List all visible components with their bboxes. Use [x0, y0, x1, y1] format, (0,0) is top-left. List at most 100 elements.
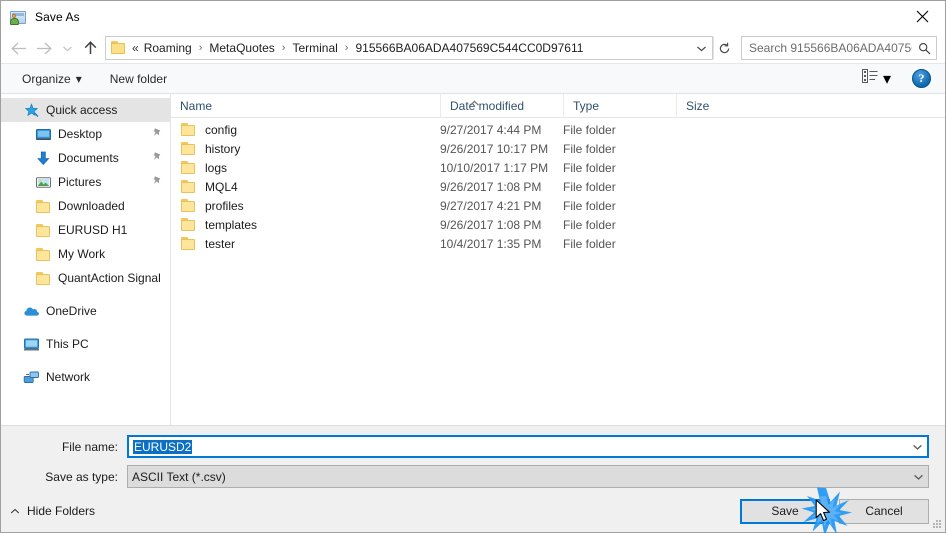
save-as-dialog: Save As « Roaming › MetaQuotes › Termina…: [0, 0, 946, 533]
search-icon: [912, 42, 936, 55]
cancel-button[interactable]: Cancel: [839, 498, 929, 524]
file-type: File folder: [563, 141, 616, 156]
folder-icon: [35, 198, 52, 215]
breadcrumb-item-3[interactable]: 915566BA06ADA407569C544CC0D97611: [353, 41, 585, 55]
change-view-button[interactable]: ▾: [857, 66, 896, 92]
back-arrow-icon[interactable]: [5, 35, 31, 61]
file-type: File folder: [563, 198, 616, 213]
table-row[interactable]: tester 10/4/2017 1:35 PM File folder: [171, 234, 945, 253]
breadcrumb-item-0[interactable]: Roaming: [142, 41, 194, 55]
button-bar: Hide Folders Save Cancel: [1, 489, 945, 532]
save-as-type-select[interactable]: ASCII Text (*.csv): [127, 465, 929, 488]
sidebar-item-pictures[interactable]: Pictures: [1, 170, 170, 194]
save-as-type-row: Save as type: ASCII Text (*.csv): [1, 465, 929, 488]
save-as-icon: [10, 9, 27, 26]
save-as-type-chevron-down-icon[interactable]: [908, 473, 928, 481]
file-name: profiles: [205, 198, 244, 213]
sidebar-item-quick-access[interactable]: Quick access: [1, 98, 170, 122]
up-arrow-icon[interactable]: [77, 35, 103, 61]
save-button[interactable]: Save: [740, 498, 830, 524]
column-header-date-modified[interactable]: Date modified: [440, 93, 563, 118]
breadcrumb-item-2[interactable]: Terminal: [290, 41, 339, 55]
search-input[interactable]: Search 915566BA06ADA40756...: [742, 41, 912, 55]
column-header-size[interactable]: Size: [676, 93, 756, 118]
sidebar-item-network[interactable]: Network: [1, 365, 170, 389]
breadcrumb-separator[interactable]: ›: [340, 42, 354, 54]
folder-icon: [180, 159, 197, 176]
file-type: File folder: [563, 122, 616, 137]
pin-icon[interactable]: [152, 151, 164, 165]
file-type: File folder: [563, 160, 616, 175]
sidebar-item-quantaction-signal[interactable]: QuantAction Signal: [1, 266, 170, 290]
new-folder-button[interactable]: New folder: [103, 69, 174, 89]
file-name-input[interactable]: EURUSD2: [127, 435, 929, 458]
file-name: logs: [205, 160, 228, 175]
sidebar-item-onedrive[interactable]: OneDrive: [1, 299, 170, 323]
file-type: File folder: [563, 236, 616, 251]
save-as-type-value: ASCII Text (*.csv): [132, 469, 226, 484]
table-row[interactable]: logs 10/10/2017 1:17 PM File folder: [171, 158, 945, 177]
file-name-chevron-down-icon[interactable]: [907, 443, 927, 451]
sidebar-item-eurusd-h1[interactable]: EURUSD H1: [1, 218, 170, 242]
address-bar-row: « Roaming › MetaQuotes › Terminal › 9155…: [1, 33, 945, 63]
folder-icon: [180, 178, 197, 195]
folder-icon: [35, 222, 52, 239]
column-header-type[interactable]: Type: [563, 93, 676, 118]
file-type: File folder: [563, 217, 616, 232]
column-header-name[interactable]: Name: [171, 94, 440, 118]
table-row[interactable]: profiles 9/27/2017 4:21 PM File folder: [171, 196, 945, 215]
organize-button[interactable]: Organize ▾: [15, 69, 89, 89]
forward-arrow-icon[interactable]: [31, 35, 57, 61]
resize-grip-icon[interactable]: [928, 516, 941, 529]
file-date-modified: 10/10/2017 1:17 PM: [440, 160, 549, 175]
sidebar-item-downloaded[interactable]: Downloaded: [1, 194, 170, 218]
help-icon[interactable]: ?: [912, 69, 931, 88]
close-icon[interactable]: [899, 1, 945, 32]
sidebar-item-label: This PC: [46, 337, 89, 351]
breadcrumb-separator[interactable]: ›: [277, 42, 291, 54]
sidebar-item-label: Documents: [58, 151, 119, 165]
view-chevron-down-icon: ▾: [882, 70, 891, 88]
address-bar[interactable]: « Roaming › MetaQuotes › Terminal › 9155…: [105, 36, 713, 60]
search-box[interactable]: Search 915566BA06ADA40756...: [741, 36, 937, 60]
sidebar-item-label: QuantAction Signal: [58, 271, 161, 285]
network-icon: [23, 369, 40, 386]
sidebar-item-label: OneDrive: [46, 304, 97, 318]
file-name: config: [205, 122, 238, 137]
address-chevron-down-icon[interactable]: [690, 37, 712, 59]
sidebar-item-desktop[interactable]: Desktop: [1, 122, 170, 146]
table-row[interactable]: templates 9/26/2017 1:08 PM File folder: [171, 215, 945, 234]
breadcrumb-separator[interactable]: ›: [194, 42, 208, 54]
folder-icon: [180, 197, 197, 214]
documents-icon: [35, 150, 52, 167]
sidebar-item-my-work[interactable]: My Work: [1, 242, 170, 266]
command-bar-right: ▾ ?: [857, 66, 939, 92]
file-date-modified: 9/27/2017 4:44 PM: [440, 122, 542, 137]
file-name-row: File name: EURUSD2: [1, 435, 929, 458]
file-name-label: File name:: [61, 439, 118, 454]
hide-folders-button[interactable]: Hide Folders: [10, 504, 95, 518]
folder-icon: [180, 121, 197, 138]
pin-icon[interactable]: [152, 127, 164, 141]
table-row[interactable]: MQL4 9/26/2017 1:08 PM File folder: [171, 177, 945, 196]
sidebar-item-documents[interactable]: Documents: [1, 146, 170, 170]
breadcrumb-overflow[interactable]: «: [131, 41, 142, 55]
save-as-type-label: Save as type:: [45, 469, 118, 484]
chevron-up-icon: [10, 504, 20, 518]
table-row[interactable]: config 9/27/2017 4:44 PM File folder: [171, 120, 945, 139]
pin-icon[interactable]: [152, 175, 164, 189]
sidebar-item-this-pc[interactable]: This PC: [1, 332, 170, 356]
file-date-modified: 9/27/2017 4:21 PM: [440, 198, 542, 213]
refresh-icon[interactable]: [713, 37, 735, 59]
recent-locations-chevron-down-icon[interactable]: [57, 35, 77, 61]
sidebar-item-label: My Work: [58, 247, 106, 261]
pictures-icon: [35, 174, 52, 191]
file-name-value: EURUSD2: [133, 439, 193, 454]
table-row[interactable]: history 9/26/2017 10:17 PM File folder: [171, 139, 945, 158]
file-rows: config 9/27/2017 4:44 PM File folder his…: [171, 118, 945, 425]
file-date-modified: 9/26/2017 1:08 PM: [440, 217, 542, 232]
save-form: File name: EURUSD2 Save as type: ASCII T…: [1, 425, 945, 489]
breadcrumb-item-1[interactable]: MetaQuotes: [207, 41, 276, 55]
folder-icon: [180, 235, 197, 252]
